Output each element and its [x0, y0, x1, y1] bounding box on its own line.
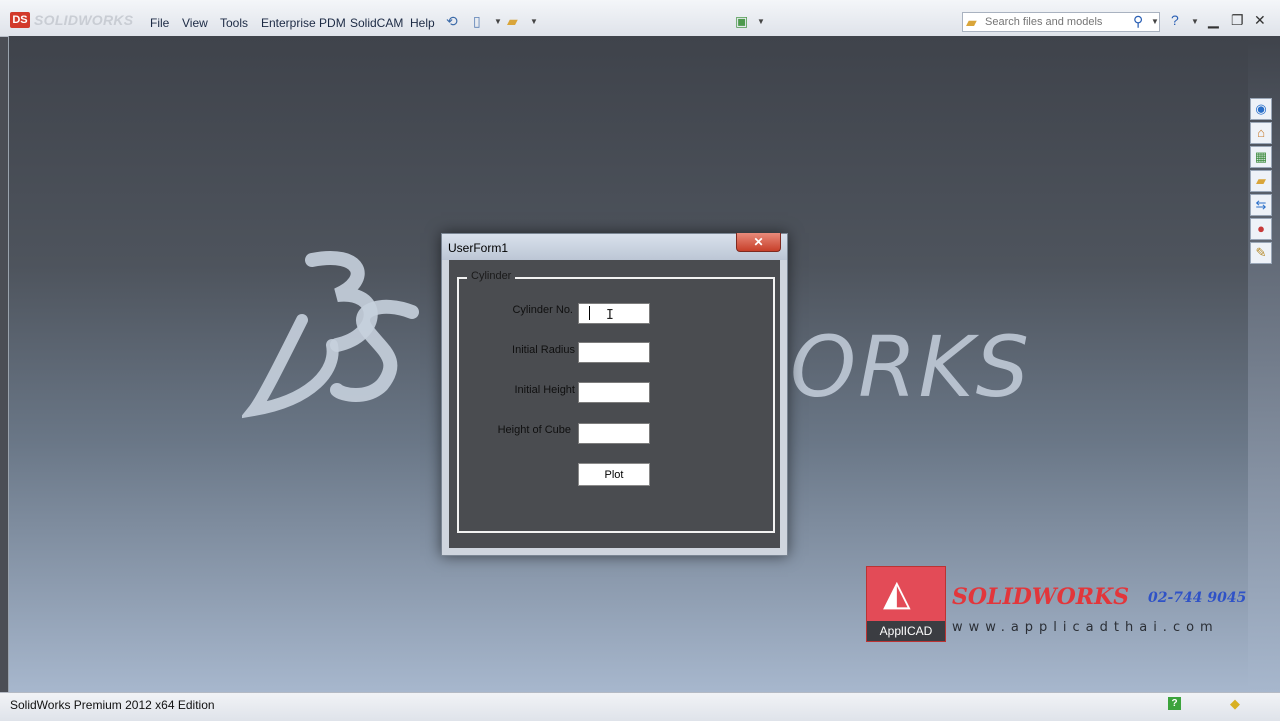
- search-folder-icon: ▰: [966, 14, 977, 30]
- reseller-brand: SOLIDWORKS: [952, 584, 1130, 610]
- ds-watermark-logo: [242, 251, 419, 419]
- file-explorer-icon[interactable]: ▦: [1250, 146, 1272, 168]
- search-dropdown-arrow[interactable]: ▼: [1151, 17, 1159, 26]
- dialog-titlebar[interactable]: UserForm1 ✕: [442, 233, 787, 260]
- rebuild-icon[interactable]: ⟲: [446, 13, 458, 30]
- view-palette-icon[interactable]: ⇆: [1250, 194, 1272, 216]
- menu-file[interactable]: File: [150, 16, 169, 30]
- initial-radius-input[interactable]: [578, 342, 650, 363]
- ibeam-cursor-icon: I: [606, 308, 614, 323]
- menu-solidcam[interactable]: SolidCAM: [350, 16, 403, 30]
- applicad-label: ApplICAD: [867, 621, 945, 641]
- solidworks-watermark-text: ORKS: [790, 318, 1031, 416]
- label-height-of-cube: Height of Cube: [497, 424, 571, 436]
- custom-properties-icon[interactable]: ✎: [1250, 242, 1272, 264]
- ds-logo-icon: DS: [10, 12, 30, 28]
- title-menu-bar: DS SOLIDWORKS File View Tools Enterprise…: [0, 0, 1280, 37]
- applicad-logo: ◭ ApplICAD: [866, 566, 946, 642]
- menu-tools[interactable]: Tools: [220, 16, 248, 30]
- label-initial-height: Initial Height: [514, 384, 575, 396]
- options-dropdown-arrow[interactable]: ▼: [757, 17, 765, 26]
- status-tag-icon[interactable]: ◆: [1230, 696, 1240, 712]
- search-icon[interactable]: ⚲: [1133, 13, 1143, 30]
- search-input[interactable]: [985, 15, 1135, 29]
- label-initial-radius: Initial Radius: [512, 344, 575, 356]
- menu-help[interactable]: Help: [410, 16, 435, 30]
- dialog-title: UserForm1: [448, 241, 509, 255]
- solidworks-logo[interactable]: DS SOLIDWORKS: [10, 12, 133, 28]
- text-caret: [589, 306, 590, 320]
- menu-view[interactable]: View: [182, 16, 208, 30]
- height-of-cube-input[interactable]: [578, 423, 650, 444]
- label-cylinder-no: Cylinder No.: [512, 304, 573, 316]
- help-icon[interactable]: ?: [1171, 12, 1179, 28]
- new-dropdown-arrow[interactable]: ▼: [494, 17, 502, 26]
- reseller-url: www.applicadthai.com: [952, 620, 1219, 635]
- open-dropdown-arrow[interactable]: ▼: [530, 17, 538, 26]
- app-logo-text: SOLIDWORKS: [34, 12, 134, 28]
- dialog-close-button[interactable]: ✕: [736, 233, 781, 252]
- menu-enterprise-pdm[interactable]: Enterprise PDM: [261, 16, 346, 30]
- minimize-icon[interactable]: ▁: [1208, 12, 1219, 29]
- restore-icon[interactable]: ❐: [1231, 12, 1244, 29]
- frame-caption: Cylinder: [467, 270, 516, 282]
- initial-height-input[interactable]: [578, 382, 650, 403]
- reseller-phone: 02-744 9045: [1148, 590, 1247, 606]
- appearances-icon[interactable]: ●: [1250, 218, 1272, 240]
- dialog-client-area: Cylinder Cylinder No. Initial Radius Ini…: [449, 260, 780, 548]
- status-bar: SolidWorks Premium 2012 x64 Edition ? ◆: [0, 692, 1280, 721]
- status-help-icon[interactable]: ?: [1168, 697, 1181, 710]
- help-dropdown-arrow[interactable]: ▼: [1191, 17, 1199, 26]
- search-box[interactable]: ▰ ⚲ ▼: [962, 12, 1160, 32]
- close-window-icon[interactable]: ✕: [1254, 12, 1266, 29]
- userform-dialog: UserForm1 ✕ Cylinder Cylinder No. Initia…: [441, 233, 788, 556]
- open-folder-icon[interactable]: ▰: [507, 13, 518, 30]
- new-document-icon[interactable]: ▯: [473, 13, 481, 30]
- plot-button[interactable]: Plot: [578, 463, 650, 486]
- solidworks-resources-icon[interactable]: ◉: [1250, 98, 1272, 120]
- status-text: SolidWorks Premium 2012 x64 Edition: [10, 698, 215, 712]
- options-icon[interactable]: ▣: [735, 13, 748, 30]
- design-library-icon[interactable]: ⌂: [1250, 122, 1272, 144]
- folder-icon[interactable]: ▰: [1250, 170, 1272, 192]
- applicad-triangle-icon: ◭: [883, 572, 911, 613]
